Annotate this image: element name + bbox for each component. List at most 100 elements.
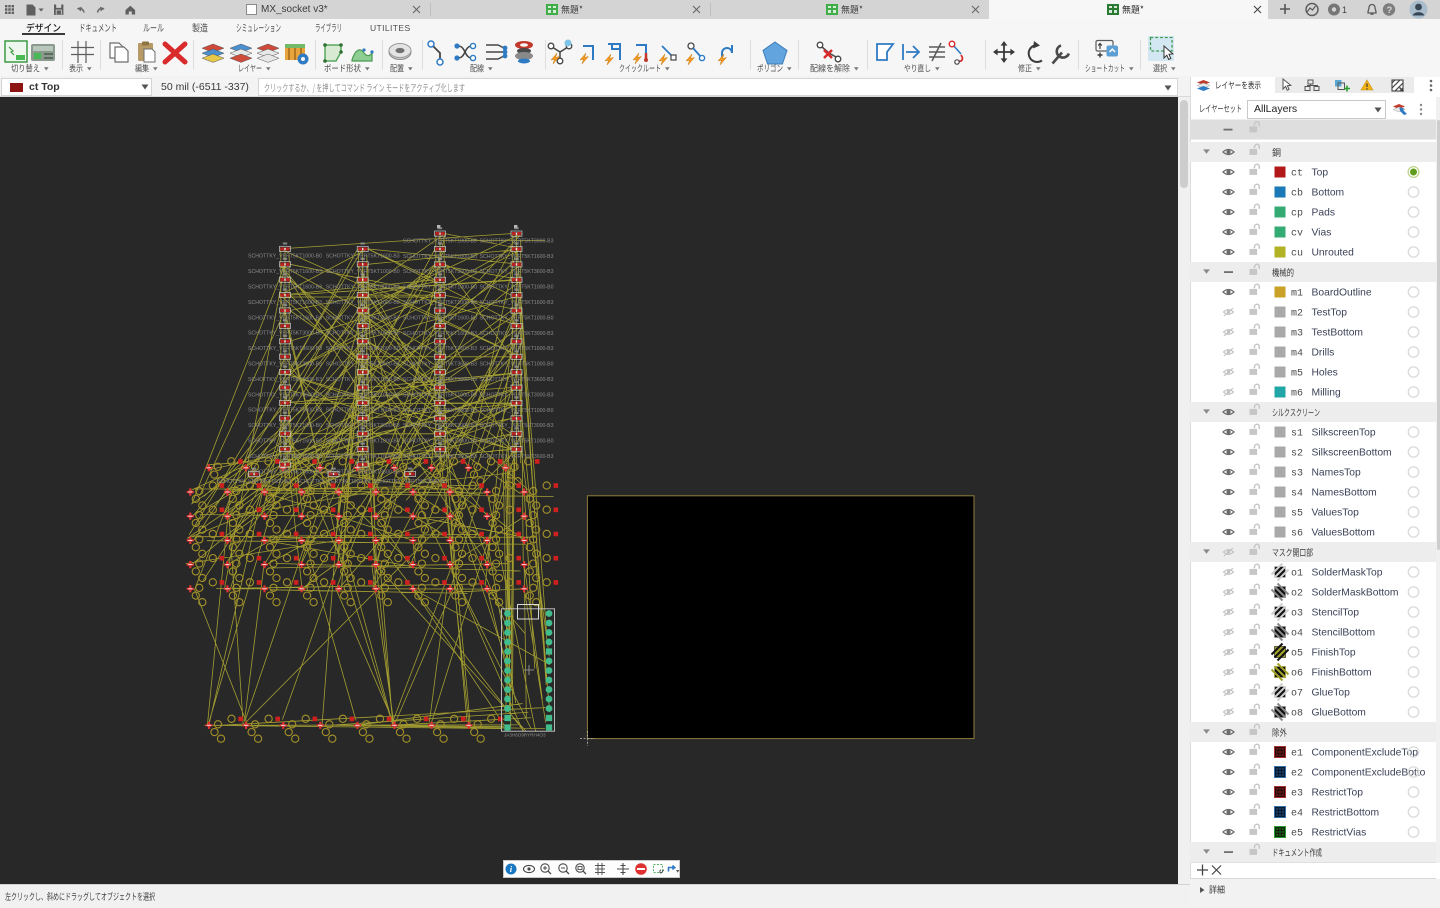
- svg-text:SCHOTTKY_VERT5KT3600-B3: SCHOTTKY_VERT5KT3600-B3: [248, 392, 322, 398]
- svg-text:SCHOTTKY_VERT5KT3600-B3: SCHOTTKY_VERT5KT3600-B3: [480, 454, 554, 460]
- svg-text:SCHOTTKY_VERT5KT3000-B3: SCHOTTKY_VERT5KT3000-B3: [373, 479, 447, 485]
- svg-text:SCHOTTKY_VERT5KT1000-B0: SCHOTTKY_VERT5KT1000-B0: [326, 439, 400, 445]
- svg-text:?: ?: [1387, 5, 1393, 16]
- svg-text:m2: m2: [1291, 309, 1303, 320]
- svg-text:SCHOTTKY_VERT5KT3600-B3: SCHOTTKY_VERT5KT3600-B3: [403, 454, 477, 460]
- svg-text:ct: ct: [1291, 169, 1303, 180]
- svg-text:SCHOTTKY_VERT5KT1600-B3: SCHOTTKY_VERT5KT1600-B3: [403, 331, 477, 337]
- svg-text:SCHOTTKY_VERT5KT1600-B3: SCHOTTKY_VERT5KT1600-B3: [326, 254, 400, 260]
- svg-text:NamesTop: NamesTop: [1312, 468, 1361, 479]
- svg-text:SCHOTTKY_VERT5KT1600-B3: SCHOTTKY_VERT5KT1600-B3: [248, 285, 322, 291]
- svg-text:e5: e5: [1291, 829, 1303, 840]
- svg-text:SCHOTTKY_VERT5KT1000-B0: SCHOTTKY_VERT5KT1000-B0: [480, 408, 554, 414]
- svg-text:JA3H6O9RYRH4O3: JA3H6O9RYRH4O3: [504, 733, 546, 738]
- svg-text:SilkscreenTop: SilkscreenTop: [1312, 428, 1376, 439]
- svg-text:SCHOTTKY_VERT5KT3000-B3: SCHOTTKY_VERT5KT3000-B3: [480, 238, 554, 244]
- svg-text:SCHOTTKY_VERT5KT1600-B3: SCHOTTKY_VERT5KT1600-B3: [248, 408, 322, 414]
- svg-text:s4: s4: [1291, 489, 1303, 500]
- svg-text:SCHOTTKY_VERT5KT3600-B3: SCHOTTKY_VERT5KT3600-B3: [403, 362, 477, 368]
- svg-text:SCHOTTKY_VERT5KT1000-B0: SCHOTTKY_VERT5KT1000-B0: [480, 285, 554, 291]
- svg-text:o7: o7: [1291, 689, 1303, 700]
- svg-text:m6: m6: [1291, 389, 1303, 400]
- svg-text:SCHOTTKY_VERT5KT1600-B3: SCHOTTKY_VERT5KT1600-B3: [326, 392, 400, 398]
- svg-text:s2: s2: [1291, 449, 1303, 460]
- svg-text:GlueBottom: GlueBottom: [1312, 708, 1366, 719]
- svg-text:RestrictVias: RestrictVias: [1312, 828, 1367, 839]
- svg-text:SCHOTTKY_VERT5KT3000-B3: SCHOTTKY_VERT5KT3000-B3: [403, 423, 477, 429]
- svg-text:o3: o3: [1291, 609, 1303, 620]
- svg-text:SCHOTTKY_VERT5KT1000-B0: SCHOTTKY_VERT5KT1000-B0: [403, 285, 477, 291]
- svg-text:SCHOTTKY_VERT5KT1000-B0: SCHOTTKY_VERT5KT1000-B0: [326, 300, 400, 306]
- svg-text:e2: e2: [1291, 769, 1303, 780]
- svg-text:SCHOTTKY_VERT5KT3600-B3: SCHOTTKY_VERT5KT3600-B3: [326, 423, 400, 429]
- svg-text:GlueTop: GlueTop: [1312, 688, 1351, 699]
- svg-text:SCHOTTKY_VERT5KT1600-B3: SCHOTTKY_VERT5KT1600-B3: [217, 479, 291, 485]
- svg-text:e1: e1: [1291, 749, 1303, 760]
- svg-text:e4: e4: [1291, 809, 1303, 820]
- svg-text:m3: m3: [1291, 329, 1303, 340]
- svg-text:TestBottom: TestBottom: [1312, 328, 1364, 339]
- svg-text:Milling: Milling: [1312, 388, 1341, 399]
- svg-text:TestTop: TestTop: [1312, 308, 1348, 319]
- svg-text:SCHOTTKY_VERT5KT3000-B3: SCHOTTKY_VERT5KT3000-B3: [480, 423, 554, 429]
- svg-text:SCHOTTKY_VERT5KT1000-B0: SCHOTTKY_VERT5KT1000-B0: [480, 362, 554, 368]
- svg-text:SCHOTTKY_VERT5KT3000-B3: SCHOTTKY_VERT5KT3000-B3: [480, 392, 554, 398]
- svg-text:RestrictTop: RestrictTop: [1312, 788, 1364, 799]
- svg-text:SCHOTTKY_VERT5KT3000-B3: SCHOTTKY_VERT5KT3000-B3: [480, 331, 554, 337]
- svg-text:m1: m1: [1291, 289, 1303, 300]
- svg-text:SCHOTTKY_VERT5KT1600-B3: SCHOTTKY_VERT5KT1600-B3: [326, 408, 400, 414]
- svg-text:SCHOTTKY_VERT5KT1000-B0: SCHOTTKY_VERT5KT1000-B0: [248, 254, 322, 260]
- svg-text:SCHOTTKY_VERT5KT1600-B3: SCHOTTKY_VERT5KT1600-B3: [326, 331, 400, 337]
- svg-text:Unrouted: Unrouted: [1312, 248, 1355, 259]
- svg-text:StencilBottom: StencilBottom: [1312, 628, 1376, 639]
- svg-text:m4: m4: [1291, 349, 1303, 360]
- svg-text:SCHOTTKY_VERT5KT1000-B0: SCHOTTKY_VERT5KT1000-B0: [297, 479, 371, 485]
- svg-text:SCHOTTKY_VERT5KT1000-B0: SCHOTTKY_VERT5KT1000-B0: [326, 269, 400, 275]
- svg-text:SCHOTTKY_VERT5KT1000-B0: SCHOTTKY_VERT5KT1000-B0: [326, 346, 400, 352]
- svg-text:SCHOTTKY_VERT5KT1600-B3: SCHOTTKY_VERT5KT1600-B3: [248, 469, 322, 475]
- svg-text:Top: Top: [1312, 168, 1329, 179]
- svg-text:SCHOTTKY_VERT5KT1000-B0: SCHOTTKY_VERT5KT1000-B0: [326, 377, 400, 383]
- svg-text:SCHOTTKY_VERT5KT3000-B3: SCHOTTKY_VERT5KT3000-B3: [248, 362, 322, 368]
- svg-text:SCHOTTKY_VERT5KT3000-B3: SCHOTTKY_VERT5KT3000-B3: [248, 377, 322, 383]
- svg-text:cp: cp: [1291, 209, 1303, 220]
- svg-text:cv: cv: [1291, 229, 1303, 240]
- svg-text:o5: o5: [1291, 649, 1303, 660]
- svg-text:SCHOTTKY_VERT5KT1600-B3: SCHOTTKY_VERT5KT1600-B3: [248, 315, 322, 321]
- svg-text:SCHOTTKY_VERT5KT3600-B3: SCHOTTKY_VERT5KT3600-B3: [403, 408, 477, 414]
- svg-text:Vias: Vias: [1312, 228, 1332, 239]
- svg-text:StencilTop: StencilTop: [1312, 608, 1360, 619]
- svg-text:Pads: Pads: [1312, 208, 1335, 219]
- svg-text:o1: o1: [1291, 569, 1303, 580]
- svg-text:s1: s1: [1291, 429, 1303, 440]
- svg-text:SCHOTTKY_VERT5KT1600-B3: SCHOTTKY_VERT5KT1600-B3: [248, 454, 322, 460]
- svg-text:SCHOTTKY_VERT5KT3600-B3: SCHOTTKY_VERT5KT3600-B3: [326, 315, 400, 321]
- svg-text:SCHOTTKY_VERT5KT1600-B3: SCHOTTKY_VERT5KT1600-B3: [480, 346, 554, 352]
- svg-text:SCHOTTKY_VERT5KT1000-B0: SCHOTTKY_VERT5KT1000-B0: [403, 238, 477, 244]
- svg-text:SCHOTTKY_VERT5KT1000-B0: SCHOTTKY_VERT5KT1000-B0: [248, 423, 322, 429]
- svg-text:o8: o8: [1291, 709, 1303, 720]
- svg-text:SCHOTTKY_VERT5KT3600-B3: SCHOTTKY_VERT5KT3600-B3: [326, 469, 400, 475]
- svg-text:SCHOTTKY_VERT5KT1000-B0: SCHOTTKY_VERT5KT1000-B0: [480, 439, 554, 445]
- svg-text:FinishTop: FinishTop: [1312, 648, 1356, 659]
- svg-text:SCHOTTKY_VERT5KT1600-B3: SCHOTTKY_VERT5KT1600-B3: [403, 346, 477, 352]
- svg-text:Bottom: Bottom: [1312, 188, 1345, 199]
- svg-text:SCHOTTKY_VERT5KT1600-B3: SCHOTTKY_VERT5KT1600-B3: [326, 454, 400, 460]
- svg-text:ComponentExcludeTop: ComponentExcludeTop: [1312, 748, 1419, 759]
- svg-text:s5: s5: [1291, 509, 1303, 520]
- svg-text:SCHOTTKY_VERT5KT1600-B3: SCHOTTKY_VERT5KT1600-B3: [248, 300, 322, 306]
- svg-text:SCHOTTKY_VERT5KT1000-B0: SCHOTTKY_VERT5KT1000-B0: [403, 392, 477, 398]
- svg-text:RestrictBottom: RestrictBottom: [1312, 808, 1380, 819]
- svg-text:s6: s6: [1291, 529, 1303, 540]
- svg-text:SCHOTTKY_VERT5KT3000-B3: SCHOTTKY_VERT5KT3000-B3: [403, 439, 477, 445]
- svg-text:SCHOTTKY_VERT5KT1600-B3: SCHOTTKY_VERT5KT1600-B3: [480, 300, 554, 306]
- svg-text:SCHOTTKY_VERT5KT1000-B0: SCHOTTKY_VERT5KT1000-B0: [403, 254, 477, 260]
- svg-text:SCHOTTKY_VERT5KT1600-B3: SCHOTTKY_VERT5KT1600-B3: [403, 315, 477, 321]
- svg-text:e3: e3: [1291, 789, 1303, 800]
- svg-text:m5: m5: [1291, 369, 1303, 380]
- svg-text:SCHOTTKY_VERT5KT3000-B3: SCHOTTKY_VERT5KT3000-B3: [403, 377, 477, 383]
- svg-text:SolderMaskTop: SolderMaskTop: [1312, 568, 1383, 579]
- svg-text:o6: o6: [1291, 669, 1303, 680]
- svg-text:SolderMaskBottom: SolderMaskBottom: [1312, 588, 1399, 599]
- svg-text:SCHOTTKY_VERT5KT3600-B3: SCHOTTKY_VERT5KT3600-B3: [248, 346, 322, 352]
